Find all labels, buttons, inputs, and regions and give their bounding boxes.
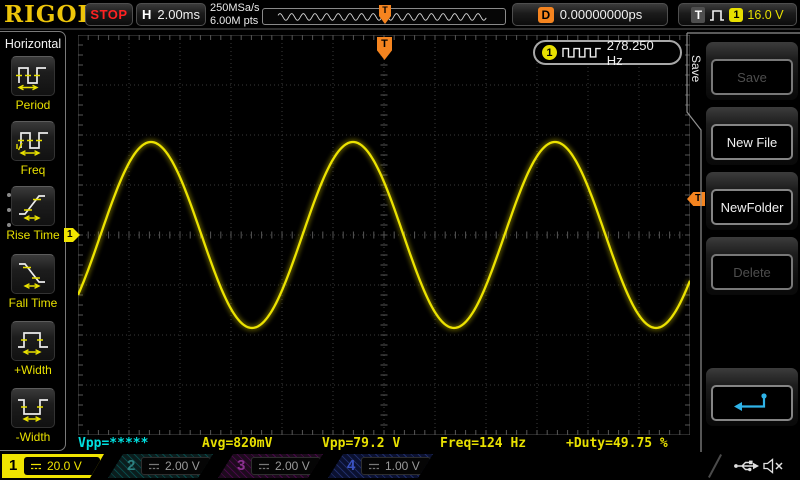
- usb-icon: [733, 458, 761, 474]
- menu-item-label: Period: [0, 98, 66, 112]
- dc-coupling-icon: [368, 462, 380, 471]
- timebase-readout: H 2.00ms: [136, 3, 206, 26]
- delay-d-badge: D: [538, 7, 554, 23]
- channel-status-bar: 1 20.0 V 2 2.00 V 3 2.: [0, 452, 800, 480]
- graticule: [78, 35, 690, 435]
- run-stop-indicator[interactable]: STOP: [85, 3, 133, 26]
- period-icon: [11, 56, 55, 96]
- minus-width-icon: [11, 388, 55, 428]
- plus-width-icon: [11, 321, 55, 361]
- frequency-counter: 1 278.250 Hz: [533, 40, 682, 65]
- timebase-h-label: H: [142, 7, 151, 22]
- softkey-delete[interactable]: Delete: [706, 237, 798, 295]
- dc-coupling-icon: [148, 462, 160, 471]
- delay-value: 0.00000000ps: [560, 7, 642, 22]
- channel-1-status[interactable]: 1 20.0 V: [2, 454, 106, 478]
- softkey-new-folder[interactable]: NewFolder: [706, 172, 798, 230]
- save-tab-label: Save: [689, 55, 703, 82]
- oscilloscope-screen: RIGOL STOP H 2.00ms 250MSa/s 6.00M pts T…: [0, 0, 800, 480]
- softkey-label-delete: Delete: [711, 254, 793, 290]
- channel-scale-box: 2.00 V: [141, 457, 211, 475]
- pulse-train-icon: [562, 46, 602, 59]
- softkey-label-new-file: New File: [711, 124, 793, 160]
- dc-coupling-icon: [258, 462, 270, 471]
- menu-item-label: -Width: [0, 430, 66, 444]
- measurement-avg: Avg=820mV: [202, 436, 272, 451]
- acquisition-readout: 250MSa/s 6.00M pts: [210, 2, 260, 28]
- menu-item-label: Freq: [0, 163, 66, 177]
- menu-item-label: +Width: [0, 363, 66, 377]
- trigger-letter: T: [381, 38, 388, 50]
- channel-scale: 2.00 V: [275, 459, 310, 473]
- fall-time-icon: [11, 254, 55, 294]
- softkey-back[interactable]: [706, 368, 798, 426]
- counter-value: 278.250 Hz: [607, 38, 673, 68]
- channel-2-status[interactable]: 2 2.00 V: [108, 454, 214, 478]
- measurement-duty: +Duty=49.75 %: [566, 436, 668, 451]
- channel-scale-box: 20.0 V: [24, 457, 100, 475]
- softkey-save[interactable]: Save: [706, 42, 798, 100]
- channel-number: 1: [9, 457, 17, 474]
- softkey-new-file[interactable]: New File: [706, 107, 798, 165]
- channel-3-status[interactable]: 3 2.00 V: [218, 454, 324, 478]
- channel-scale-box: 1.00 V: [361, 457, 431, 475]
- rigol-logo: RIGOL: [4, 1, 95, 28]
- ch1-marker-label: 1: [67, 229, 73, 240]
- channel-scale: 2.00 V: [165, 459, 200, 473]
- sample-rate: 250MSa/s: [210, 2, 260, 15]
- grid-lines: [78, 35, 690, 435]
- trigger-level-value: 16.0 V: [747, 8, 783, 22]
- measurement-vpp-masked: Vpp=*****: [78, 436, 148, 451]
- menu-item-label: Rise Time: [0, 228, 66, 242]
- return-arrow-icon: [732, 391, 772, 415]
- trigger-letter: T: [382, 5, 388, 15]
- status-divider: [708, 454, 722, 478]
- menu-title: Horizontal: [0, 37, 66, 51]
- delay-readout: D 0.00000000ps: [512, 3, 668, 26]
- measurement-vpp: Vpp=79.2 V: [322, 436, 400, 451]
- top-status-bar: RIGOL STOP H 2.00ms 250MSa/s 6.00M pts T…: [0, 0, 800, 30]
- trigger-source-badge: 1: [729, 8, 743, 22]
- run-state-label: STOP: [90, 7, 127, 22]
- freq-icon: [11, 121, 55, 161]
- softkey-label-new-folder: NewFolder: [711, 189, 793, 225]
- timebase-value: 2.00ms: [157, 7, 200, 22]
- counter-source-badge: 1: [542, 45, 557, 60]
- channel-number: 3: [237, 457, 245, 474]
- channel-scale-box: 2.00 V: [251, 457, 321, 475]
- trigger-t-badge: T: [691, 7, 705, 23]
- speaker-muted-icon: [762, 457, 784, 475]
- menu-item-label: Fall Time: [0, 296, 66, 310]
- memory-depth: 6.00M pts: [210, 15, 260, 28]
- channel-scale: 1.00 V: [385, 459, 420, 473]
- channel-4-status[interactable]: 4 1.00 V: [328, 454, 434, 478]
- softkey-back-inner: [711, 385, 793, 421]
- dc-coupling-icon: [30, 462, 42, 471]
- channel-number: 4: [347, 457, 355, 474]
- channel-number: 2: [127, 457, 135, 474]
- rise-time-icon: [11, 186, 55, 226]
- measurement-freq: Freq=124 Hz: [440, 436, 526, 451]
- softkey-label-save: Save: [711, 59, 793, 95]
- pulse-icon: [709, 8, 725, 22]
- trigger-readout: T 1 16.0 V: [678, 3, 797, 26]
- channel-scale: 20.0 V: [47, 459, 82, 473]
